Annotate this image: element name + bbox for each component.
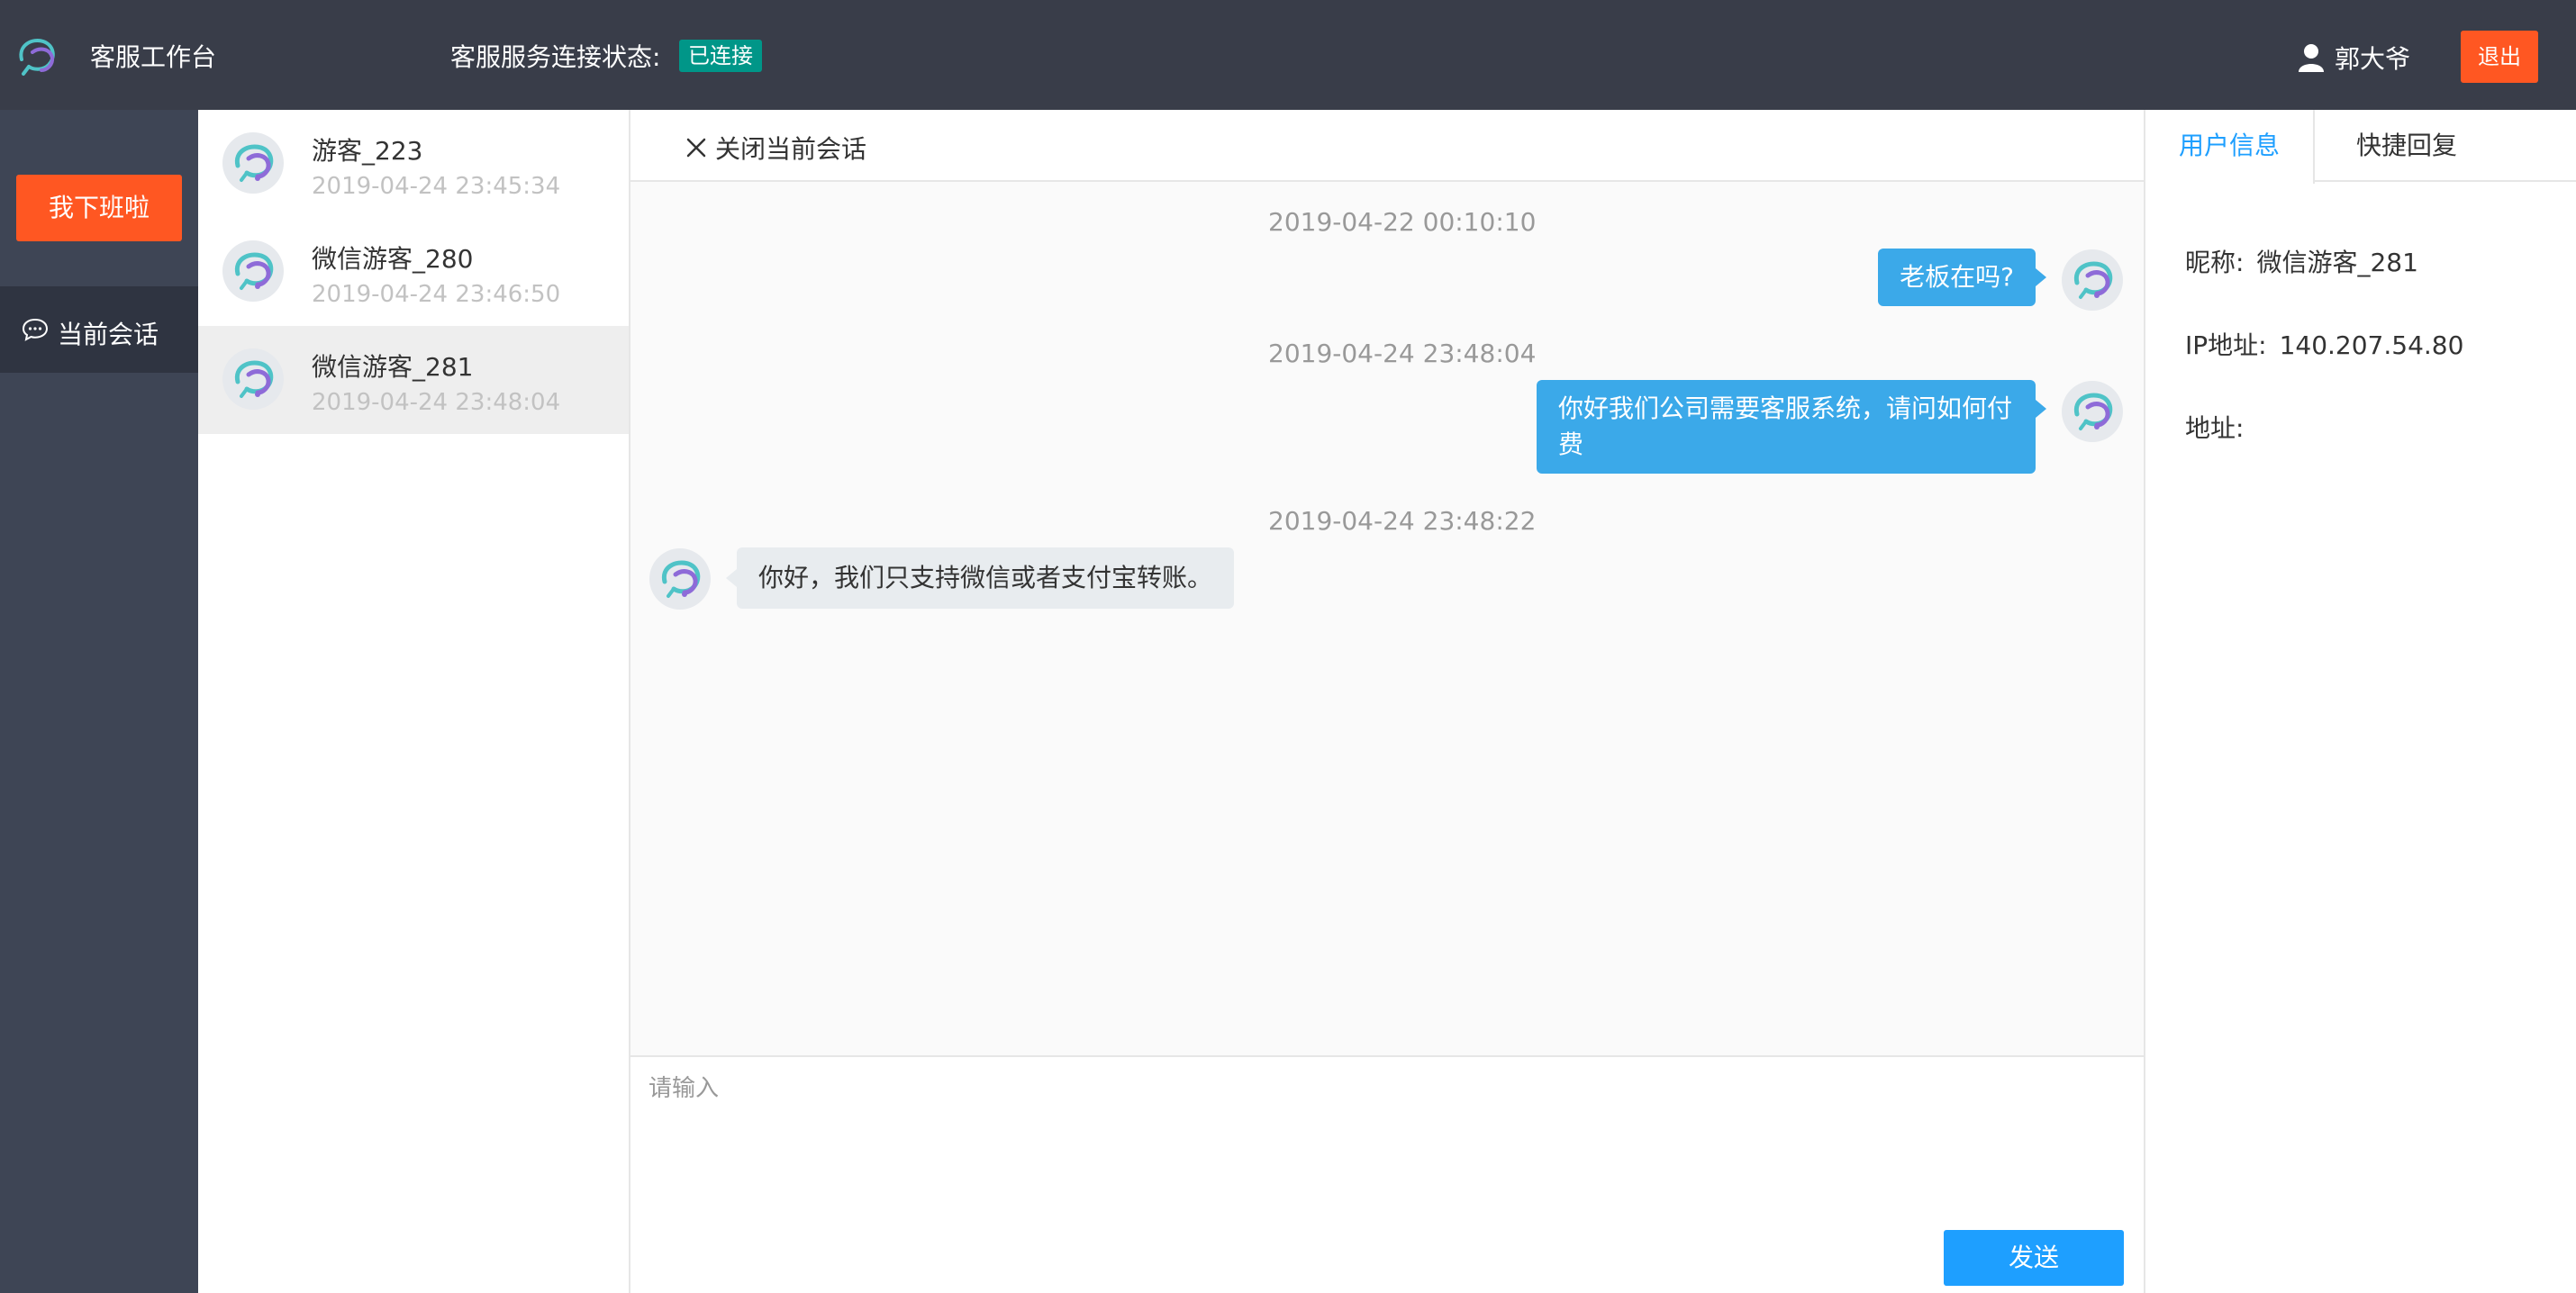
nav-item-current-sessions[interactable]: 当前会话 [0, 286, 198, 373]
nickname-value: 微信游客_281 [2256, 248, 2418, 277]
session-time: 2019-04-24 23:48:04 [312, 389, 561, 416]
left-nav: 我下班啦 当前会话 [0, 110, 198, 1293]
logo-icon [19, 39, 55, 76]
session-name: 微信游客_280 [312, 244, 474, 274]
logout-button[interactable]: 退出 [2461, 31, 2538, 83]
info-ip: IP地址: 140.207.54.80 [2185, 326, 2463, 362]
close-session-label: 关闭当前会话 [715, 134, 867, 164]
connection-status-label: 客服服务连接状态: [450, 42, 661, 72]
session-item[interactable]: 微信游客_280 2019-04-24 23:46:50 [198, 218, 629, 326]
message-bubble-received: 你好，我们只支持微信或者支付宝转账。 [725, 547, 1235, 609]
close-icon [686, 138, 706, 158]
message-bubble-sent: 你好我们公司需要客服系统，请问如何付费 [1537, 380, 2046, 474]
session-name: 游客_223 [312, 136, 423, 166]
avatar-icon [222, 131, 285, 194]
session-time: 2019-04-24 23:45:34 [312, 173, 561, 200]
user-icon [2299, 44, 2324, 72]
ip-value: 140.207.54.80 [2279, 330, 2464, 360]
avatar-icon [222, 348, 285, 411]
nickname-label: 昵称: [2185, 248, 2245, 277]
message-input-area: 发送 [630, 1055, 2144, 1293]
message-timestamp: 2019-04-24 23:48:22 [1268, 506, 1537, 536]
avatar-icon [2061, 380, 2124, 443]
app-title: 客服工作台 [90, 42, 217, 72]
connection-status-badge: 已连接 [679, 40, 762, 72]
info-tabs: 用户信息 快捷回复 [2145, 110, 2576, 184]
ip-label: IP地址: [2185, 330, 2267, 360]
message-timestamp: 2019-04-22 00:10:10 [1268, 207, 1537, 237]
chat-icon [22, 318, 49, 341]
session-time: 2019-04-24 23:46:50 [312, 281, 561, 308]
off-work-button[interactable]: 我下班啦 [16, 175, 182, 241]
avatar-icon [222, 240, 285, 303]
chat-header: 关闭当前会话 [630, 110, 2144, 182]
address-label: 地址: [2185, 413, 2245, 443]
current-user-name[interactable]: 郭大爷 [2335, 40, 2410, 76]
close-session-button[interactable]: 关闭当前会话 [685, 130, 867, 164]
chat-panel: 关闭当前会话 2019-04-22 00:10:10 老板在吗? 2019-04… [630, 110, 2144, 1293]
message-input[interactable] [649, 1070, 2126, 1205]
user-info-panel: 用户信息 快捷回复 昵称: 微信游客_281 IP地址: 140.207.54.80… [2144, 110, 2576, 1293]
info-nickname: 昵称: 微信游客_281 [2185, 243, 2418, 279]
nav-current-sessions-label: 当前会话 [58, 320, 159, 349]
avatar-icon [2061, 249, 2124, 312]
session-list: 游客_223 2019-04-24 23:45:34 微信游客_280 2019… [198, 110, 630, 1293]
avatar-icon [649, 547, 712, 610]
top-header: 客服工作台 客服服务连接状态: 已连接 郭大爷 退出 [0, 0, 2576, 110]
session-item-active[interactable]: 微信游客_281 2019-04-24 23:48:04 [198, 326, 629, 434]
message-timestamp: 2019-04-24 23:48:04 [1268, 339, 1537, 368]
session-item[interactable]: 游客_223 2019-04-24 23:45:34 [198, 110, 629, 218]
session-name: 微信游客_281 [312, 352, 474, 382]
tab-user-info[interactable]: 用户信息 [2145, 110, 2315, 184]
message-bubble-sent: 老板在吗? [1878, 249, 2046, 306]
tab-quick-reply[interactable]: 快捷回复 [2317, 110, 2497, 182]
info-address: 地址: [2185, 409, 2256, 445]
send-button[interactable]: 发送 [1944, 1230, 2124, 1286]
